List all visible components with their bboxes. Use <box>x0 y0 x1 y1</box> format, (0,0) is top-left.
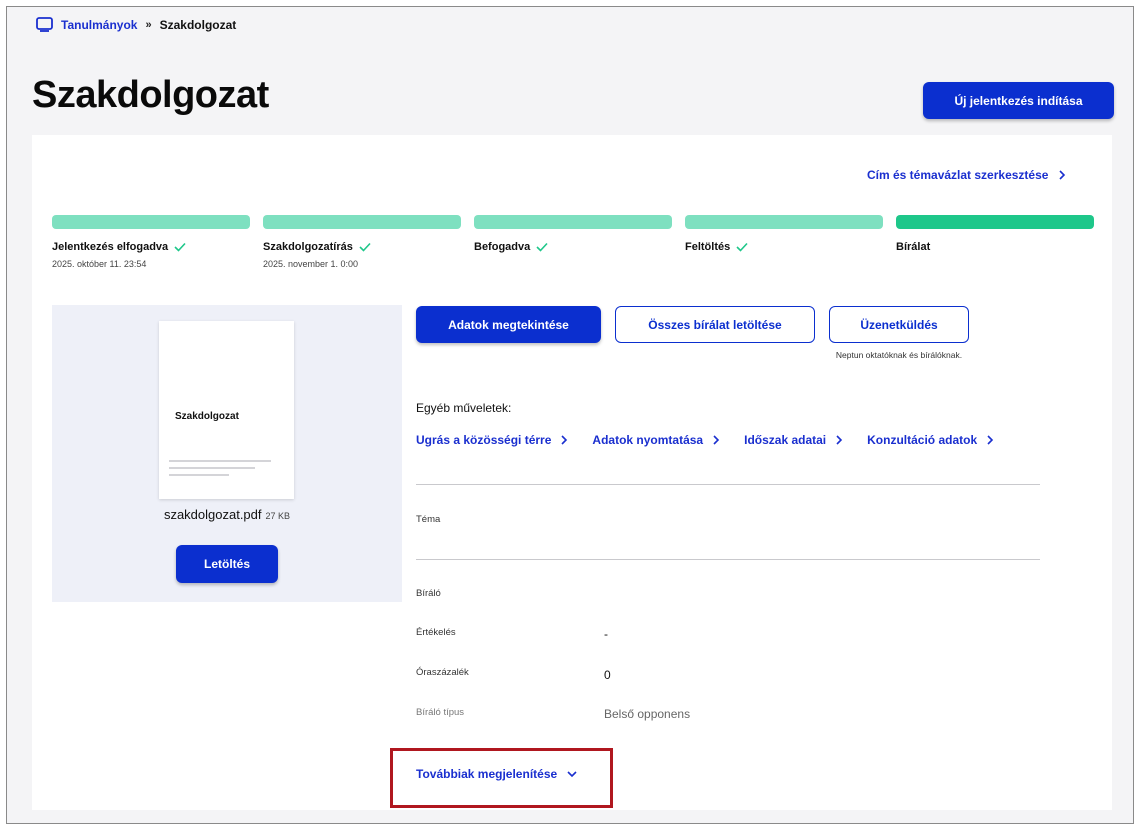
file-size: 27 KB <box>265 511 291 521</box>
breadcrumb-current: Szakdolgozat <box>159 17 237 32</box>
step-label: Bírálat <box>896 241 931 253</box>
step-date: 2025. november 1. 0:00 <box>263 259 359 269</box>
document-panel: Szakdolgozat szakdolgozat.pdf 27 KB Letöl… <box>52 305 402 602</box>
step-label: Jelentkezés elfogadva <box>52 241 169 253</box>
breadcrumb: Tanulmányok » Szakdolgozat <box>36 17 236 32</box>
link-label: Időszak adatai <box>744 433 827 447</box>
reviewer-label: Bíráló <box>416 588 441 599</box>
check-icon <box>536 242 548 252</box>
thumbnail-line <box>169 460 271 462</box>
step-label: Feltöltés <box>685 241 731 253</box>
send-message-button[interactable]: Üzenetküldés <box>829 306 969 343</box>
chevron-right-icon <box>561 435 568 445</box>
step-upload: Feltöltés <box>685 215 883 269</box>
hours-label: Óraszázalék <box>416 667 469 678</box>
download-all-reviews-button[interactable]: Összes bírálat letöltése <box>615 306 815 343</box>
chevron-right-icon <box>713 435 720 445</box>
page-title: Szakdolgozat <box>32 74 269 116</box>
message-note: Neptun oktatóknak és bírálóknak. <box>835 350 963 360</box>
document-thumbnail[interactable]: Szakdolgozat <box>159 321 294 499</box>
hours-value: 0 <box>604 668 611 682</box>
other-operations-label: Egyéb műveletek: <box>416 401 512 415</box>
grade-value: - <box>604 627 608 641</box>
highlight-annotation <box>390 748 613 808</box>
thumbnail-line <box>169 467 255 469</box>
link-period-data[interactable]: Időszak adatai <box>744 433 843 447</box>
step-label: Szakdolgozatírás <box>263 241 353 253</box>
new-application-button[interactable]: Új jelentkezés indítása <box>923 82 1114 119</box>
link-consultation-data[interactable]: Konzultáció adatok <box>867 433 994 447</box>
book-icon <box>36 17 53 32</box>
divider <box>416 484 1040 485</box>
step-writing: Szakdolgozatírás 2025. november 1. 0:00 <box>263 215 461 269</box>
file-info: szakdolgozat.pdf 27 KB <box>52 507 402 522</box>
grade-label: Értékelés <box>416 627 456 638</box>
step-bar <box>685 215 883 229</box>
edit-title-link[interactable]: Cím és témavázlat szerkesztése <box>867 168 1066 182</box>
view-data-button[interactable]: Adatok megtekintése <box>416 306 601 343</box>
check-icon <box>359 242 371 252</box>
chevron-right-icon <box>987 435 994 445</box>
chevron-right-icon <box>1059 170 1066 180</box>
thesis-card: Cím és témavázlat szerkesztése Jelentkez… <box>32 135 1112 810</box>
check-icon <box>736 242 748 252</box>
topic-label: Téma <box>416 514 441 525</box>
progress-steps: Jelentkezés elfogadva 2025. október 11. … <box>52 215 1094 269</box>
step-accepted: Jelentkezés elfogadva 2025. október 11. … <box>52 215 250 269</box>
edit-title-link-label: Cím és témavázlat szerkesztése <box>867 168 1049 182</box>
link-label: Konzultáció adatok <box>867 433 978 447</box>
reviewer-type-value: Belső opponens <box>604 707 691 721</box>
link-label: Adatok nyomtatása <box>592 433 704 447</box>
step-received: Befogadva <box>474 215 672 269</box>
link-label: Ugrás a közösségi térre <box>416 433 552 447</box>
step-bar <box>263 215 461 229</box>
download-button[interactable]: Letöltés <box>176 545 278 583</box>
thumbnail-line <box>169 474 229 476</box>
divider <box>416 559 1040 560</box>
step-label: Befogadva <box>474 241 531 253</box>
step-bar <box>474 215 672 229</box>
breadcrumb-separator: » <box>145 18 152 31</box>
chevron-right-icon <box>836 435 843 445</box>
other-operations-links: Ugrás a közösségi térre Adatok nyomtatás… <box>416 433 994 447</box>
thumbnail-title: Szakdolgozat <box>175 411 239 422</box>
link-community-space[interactable]: Ugrás a közösségi térre <box>416 433 568 447</box>
step-bar <box>896 215 1094 229</box>
breadcrumb-link-studies[interactable]: Tanulmányok <box>61 18 137 32</box>
step-bar <box>52 215 250 229</box>
step-review: Bírálat <box>896 215 1094 269</box>
link-print-data[interactable]: Adatok nyomtatása <box>592 433 720 447</box>
file-name: szakdolgozat.pdf <box>163 507 262 522</box>
reviewer-type-label: Bíráló típus <box>416 707 465 718</box>
check-icon <box>174 242 186 252</box>
step-date: 2025. október 11. 23:54 <box>52 259 147 269</box>
